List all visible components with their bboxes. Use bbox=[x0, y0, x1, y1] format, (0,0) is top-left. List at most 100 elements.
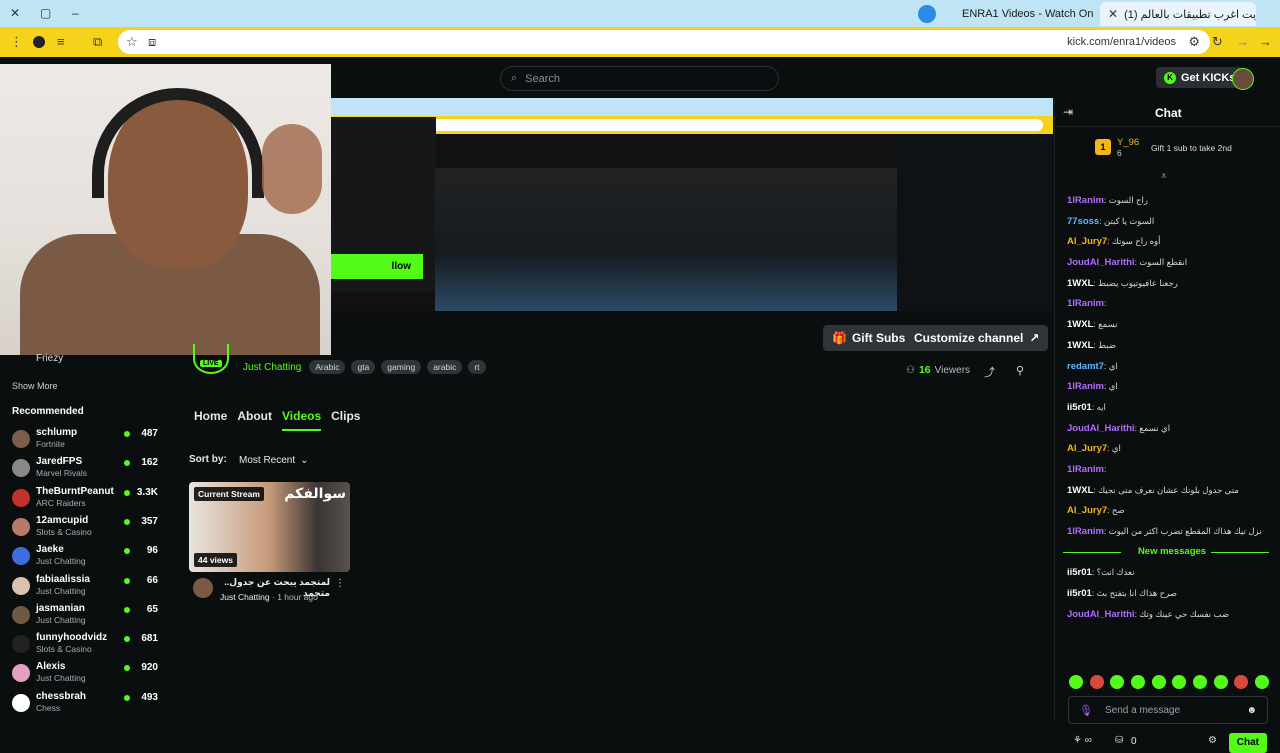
tag[interactable]: Arabic bbox=[309, 360, 346, 374]
chat-username[interactable]: JoudAl_Harithi bbox=[1067, 609, 1135, 620]
chat-username[interactable]: ii5r01 bbox=[1067, 588, 1092, 599]
chat-username[interactable]: 1WXL bbox=[1067, 485, 1093, 496]
emote-icon[interactable] bbox=[1172, 675, 1187, 689]
tag[interactable]: gta bbox=[351, 360, 376, 374]
expand-pinned-icon[interactable]: ⩡ bbox=[1161, 171, 1167, 182]
back-icon[interactable]: → bbox=[1259, 33, 1272, 51]
chat-username[interactable]: ii5r01 bbox=[1067, 402, 1092, 413]
viewer-count: 920 bbox=[141, 662, 158, 674]
chat-username[interactable]: JoudAl_Harithi bbox=[1067, 423, 1135, 434]
points-icon[interactable]: ⛁ bbox=[1115, 735, 1123, 746]
get-kicks-button[interactable]: K Get KICKs bbox=[1156, 67, 1244, 88]
chat-username[interactable]: 1lRanim bbox=[1067, 298, 1104, 309]
gift-subs-button[interactable]: 🎁 Gift Subs bbox=[823, 325, 915, 351]
video-channel-avatar[interactable] bbox=[193, 578, 213, 598]
sidebar-item-chessbrah[interactable]: chessbrah Chess 493 bbox=[12, 691, 162, 721]
pinned-gift-text[interactable]: Gift 1 sub to take 2nd bbox=[1151, 143, 1232, 153]
sidebar-item-12amcupid[interactable]: 12amcupid Slots & Casino 357 bbox=[12, 515, 162, 545]
chat-username[interactable]: redamt7 bbox=[1067, 361, 1104, 372]
chat-username[interactable]: Al_Jury7 bbox=[1067, 443, 1107, 454]
emoji-icon[interactable]: ☻ bbox=[1246, 705, 1257, 716]
emote-icon[interactable] bbox=[1234, 675, 1249, 689]
minimize-window-icon[interactable]: – bbox=[72, 6, 79, 20]
emote-icon[interactable] bbox=[1254, 675, 1269, 689]
sidebar-item-funnyhoodvidz[interactable]: funnyhoodvidz Slots & Casino 681 bbox=[12, 632, 162, 662]
chat-username[interactable]: 77soss bbox=[1067, 216, 1099, 227]
extension-icon[interactable] bbox=[33, 36, 45, 48]
sidebar-item-jasmanian[interactable]: jasmanian Just Chatting 65 bbox=[12, 603, 162, 633]
chat-username[interactable]: 1lRanim bbox=[1067, 195, 1104, 206]
close-window-icon[interactable]: ✕ bbox=[10, 6, 20, 20]
emote-icon[interactable] bbox=[1089, 675, 1104, 689]
chat-title: Chat bbox=[1155, 106, 1182, 120]
emote-icon[interactable] bbox=[1110, 675, 1125, 689]
star-icon[interactable]: ☆ bbox=[126, 33, 138, 51]
emote-icon[interactable] bbox=[1130, 675, 1145, 689]
category-link[interactable]: Just Chatting bbox=[243, 362, 301, 373]
more-options-icon[interactable]: ⋮ bbox=[335, 578, 345, 589]
pinned-user[interactable]: Y_96 bbox=[1117, 137, 1139, 148]
sidebar-item-theburntpeanut[interactable]: TheBurntPeanut ARC Raiders 3.3K bbox=[12, 486, 162, 516]
banner-card: llow bbox=[331, 117, 436, 292]
chat-username[interactable]: 1WXL bbox=[1067, 319, 1093, 330]
chat-username[interactable]: Al_Jury7 bbox=[1067, 505, 1107, 516]
followed-channel-friezy[interactable]: Friezy bbox=[36, 353, 63, 364]
video-thumbnail[interactable]: Current Stream سوالفكم 44 views bbox=[189, 482, 350, 572]
forward-icon[interactable]: → bbox=[1236, 33, 1249, 51]
reading-list-icon[interactable]: ≡ bbox=[57, 33, 65, 51]
tab-videos[interactable]: Videos bbox=[282, 409, 322, 431]
new-messages-divider[interactable]: New messages bbox=[1063, 545, 1277, 566]
show-more-link[interactable]: Show More bbox=[12, 381, 58, 391]
chat-username[interactable]: JoudAl_Harithi bbox=[1067, 257, 1135, 268]
chat-message: 1lRanim: راح السوت bbox=[1067, 193, 1277, 214]
tab-clips[interactable]: Clips bbox=[331, 409, 360, 431]
emote-icon[interactable] bbox=[1151, 675, 1166, 689]
sidebar-item-fabiaalissia[interactable]: fabiaalissia Just Chatting 66 bbox=[12, 574, 162, 604]
maximize-window-icon[interactable]: ▢ bbox=[40, 6, 51, 20]
chat-username[interactable]: 1WXL bbox=[1067, 278, 1093, 289]
tab-about[interactable]: About bbox=[237, 409, 272, 431]
user-avatar[interactable] bbox=[1232, 68, 1254, 90]
puzzle-icon[interactable]: ⧉ bbox=[93, 33, 102, 51]
tab-kick[interactable]: ENRA1 Videos - Watch On-Dem bbox=[954, 2, 1094, 26]
add-user-icon[interactable]: ⚲ bbox=[1016, 364, 1024, 377]
microphone-icon[interactable]: 🎙 bbox=[1079, 704, 1093, 717]
collapse-chat-icon[interactable]: ⇥ bbox=[1063, 105, 1073, 119]
chat-username[interactable]: 1WXL bbox=[1067, 340, 1093, 351]
chat-username[interactable]: 1lRanim bbox=[1067, 381, 1104, 392]
translate-icon[interactable]: ⧈ bbox=[148, 33, 156, 51]
emote-icon[interactable] bbox=[1192, 675, 1207, 689]
url-field[interactable]: ☆ ⧈ kick.com/enra1/videos ⚙ bbox=[118, 30, 1210, 54]
channel-avatar[interactable] bbox=[193, 344, 229, 374]
menu-icon[interactable]: ⋮ bbox=[10, 33, 23, 51]
share-icon[interactable]: ⤴ bbox=[984, 364, 995, 380]
sidebar-item-schlump[interactable]: schlump Fortnite 487 bbox=[12, 427, 162, 457]
chat-settings-icon[interactable]: ⚙ bbox=[1208, 735, 1217, 746]
video-age: · 1 hour ago bbox=[272, 592, 318, 602]
reload-icon[interactable]: ↻ bbox=[1212, 33, 1223, 51]
chat-username[interactable]: 1lRanim bbox=[1067, 464, 1104, 475]
chat-username[interactable]: Al_Jury7 bbox=[1067, 236, 1107, 247]
sidebar-item-jaredfps[interactable]: JaredFPS Marvel Rivals 162 bbox=[12, 456, 162, 486]
tab-youtube[interactable]: ✕ (1) جربت اغرب تطبيقات بالعالم bbox=[1100, 2, 1256, 26]
sidebar-item-alexis[interactable]: Alexis Just Chatting 920 bbox=[12, 661, 162, 691]
chat-panel: ⇥ Chat 1 Y_96 6 Gift 1 sub to take 2nd ⩡… bbox=[1054, 99, 1280, 753]
sort-dropdown[interactable]: Most Recent ⌄ bbox=[231, 449, 317, 471]
tag[interactable]: rt bbox=[468, 360, 486, 374]
video-category[interactable]: Just Chatting bbox=[220, 592, 270, 602]
emote-icon[interactable] bbox=[1069, 675, 1083, 689]
profile-dot-icon[interactable] bbox=[918, 5, 936, 23]
tag[interactable]: arabic bbox=[427, 360, 463, 374]
infinity-icon[interactable]: ⚘ ∞ bbox=[1073, 735, 1092, 746]
chat-username[interactable]: 1lRanim bbox=[1067, 526, 1104, 537]
search-input[interactable]: ⌕ Search bbox=[500, 66, 779, 91]
emote-icon[interactable] bbox=[1213, 675, 1228, 689]
tab-home[interactable]: Home bbox=[194, 409, 227, 431]
tag[interactable]: gaming bbox=[381, 360, 422, 374]
chat-username[interactable]: ii5r01 bbox=[1067, 567, 1092, 578]
tab-close-icon[interactable]: ✕ bbox=[1108, 7, 1118, 21]
chat-send-button[interactable]: Chat bbox=[1228, 733, 1267, 753]
sidebar-item-jaeke[interactable]: Jaeke Just Chatting 96 bbox=[12, 544, 162, 574]
customize-channel-button[interactable]: Customize channel ↗ bbox=[905, 325, 1049, 351]
site-settings-icon[interactable]: ⚙ bbox=[1188, 33, 1200, 51]
